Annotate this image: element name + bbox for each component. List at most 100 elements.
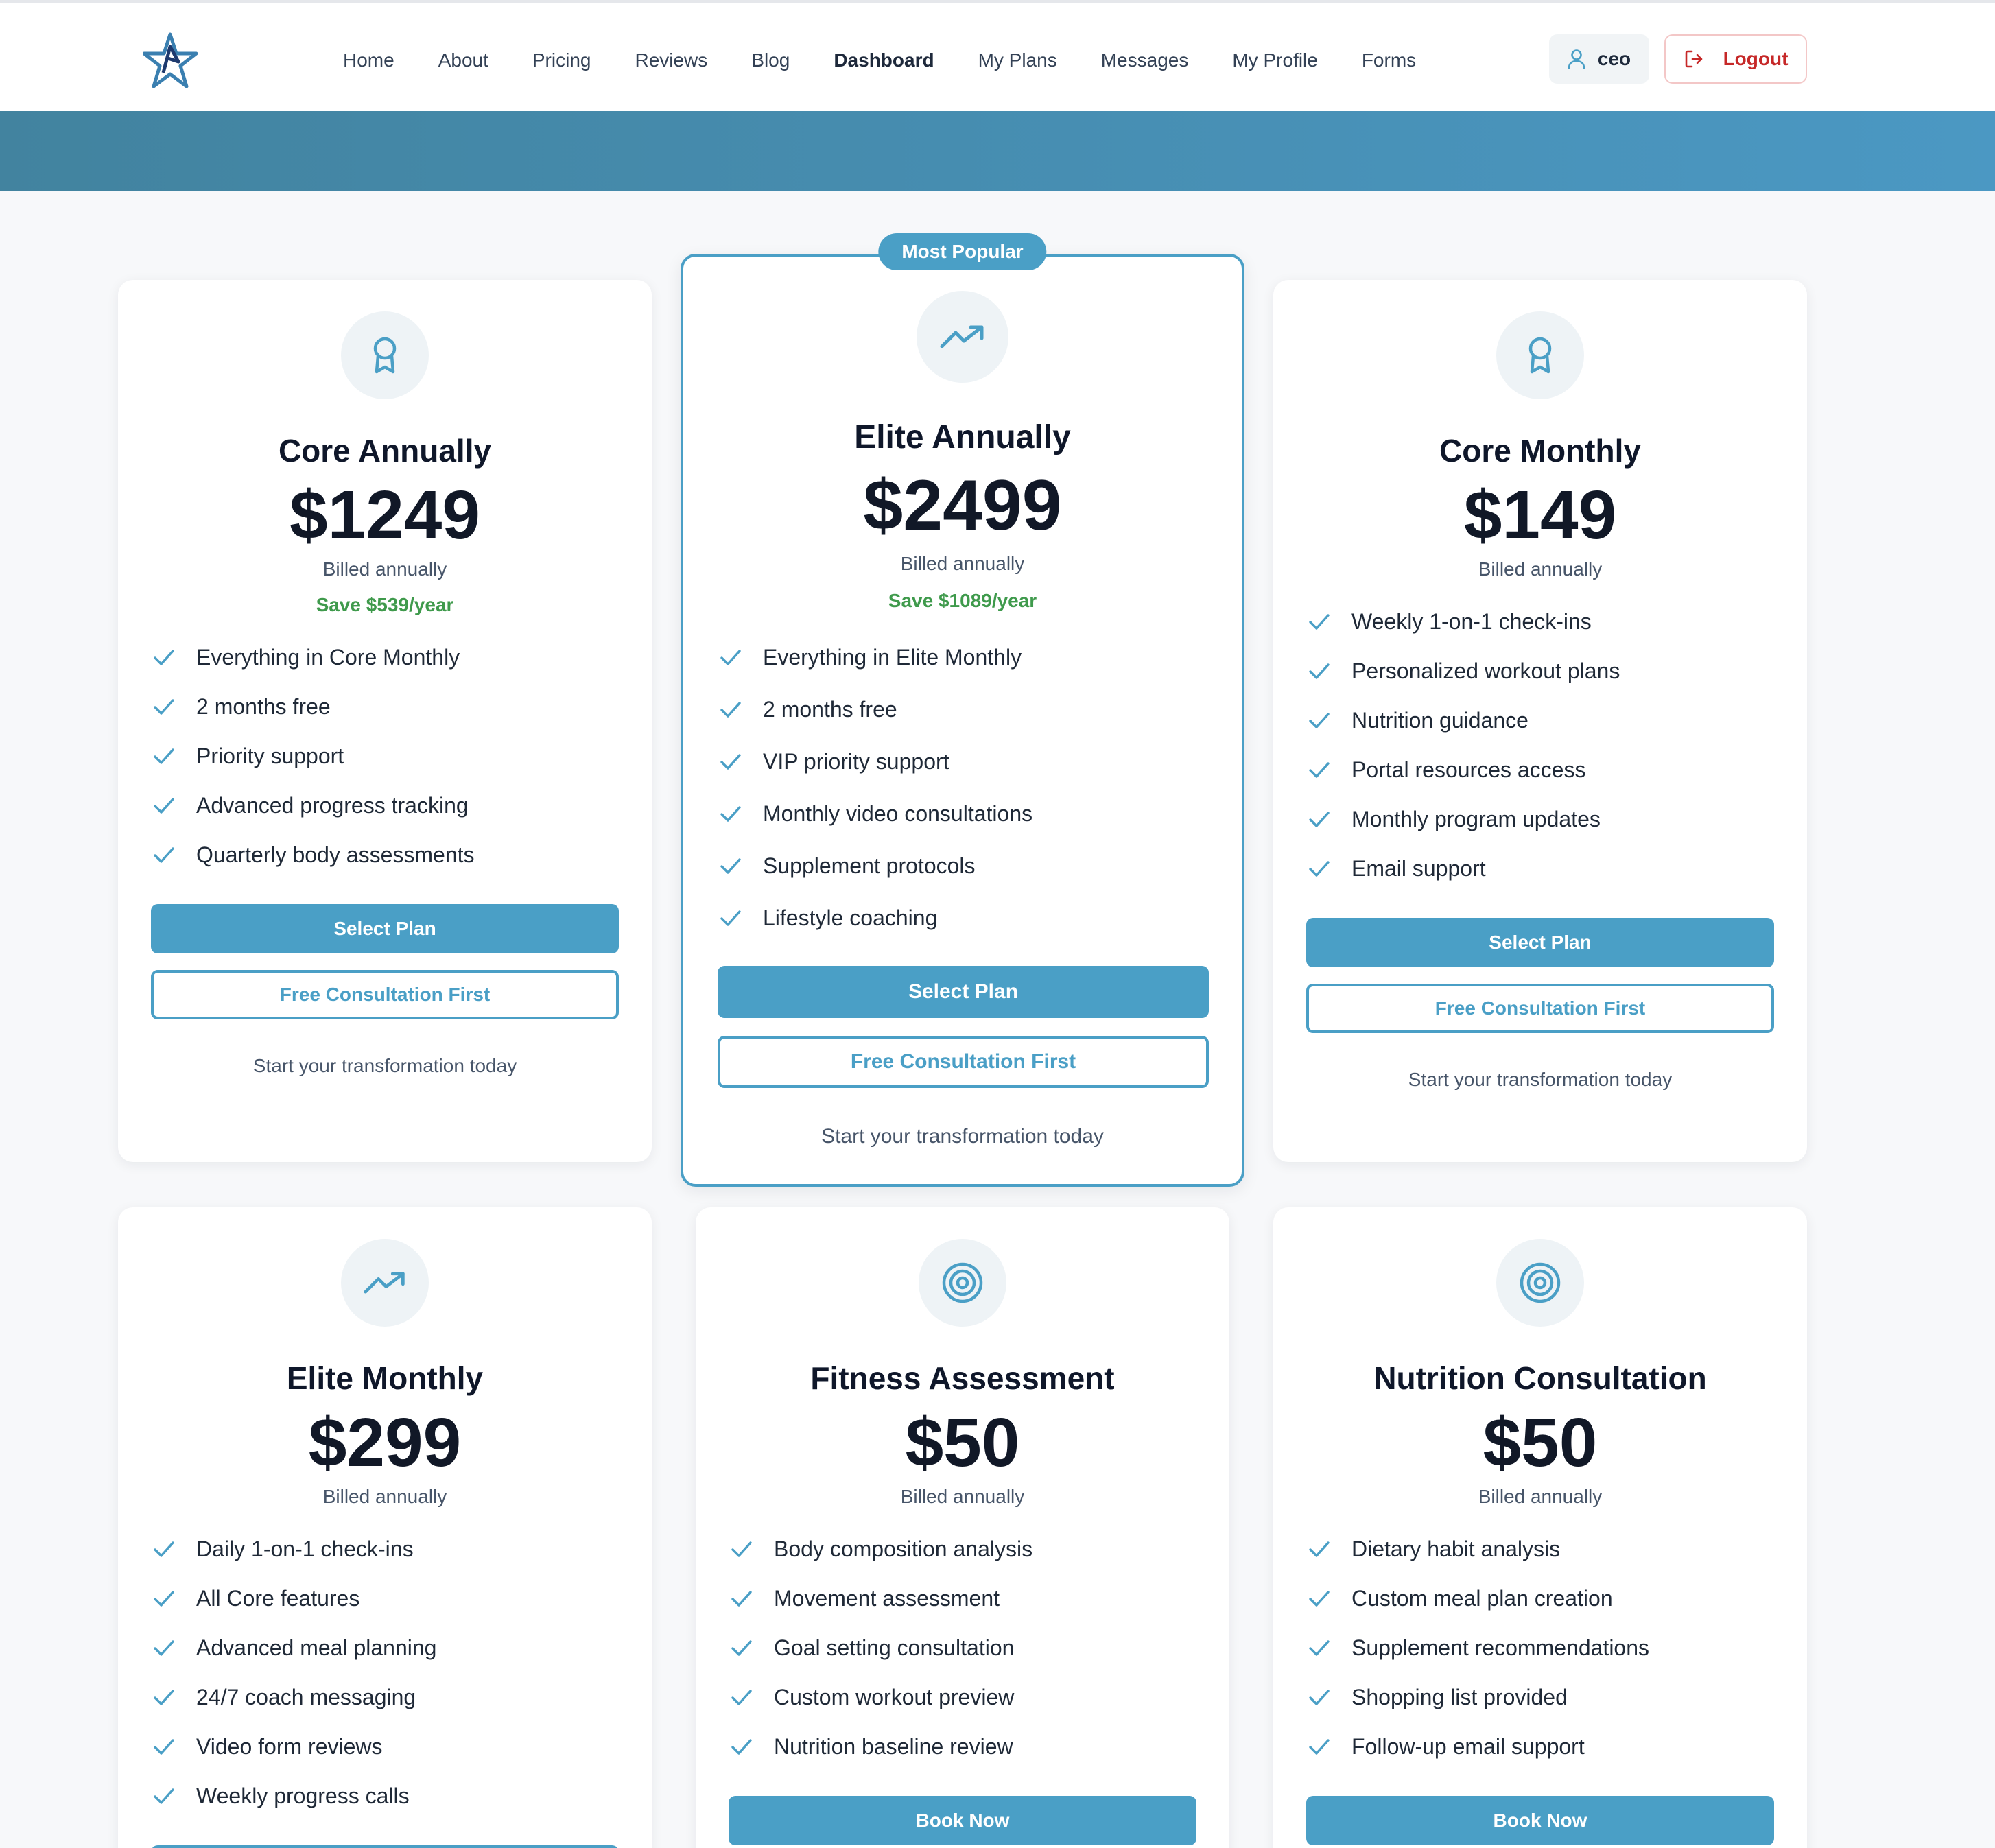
check-icon <box>720 702 741 718</box>
plan-card-elite-annually: Most Popular Elite Annually $2499 Billed… <box>681 233 1244 1187</box>
feature-item: Priority support <box>152 731 475 781</box>
nav-link-messages[interactable]: Messages <box>1101 49 1189 71</box>
award-icon <box>341 311 429 399</box>
plan-card-core-annually: Core Annually $1249 Billed annually Save… <box>118 280 652 1162</box>
book-now-button[interactable]: Book Now <box>1306 1796 1774 1845</box>
user-name: ceo <box>1597 48 1631 69</box>
feature-item: 24/7 coach messaging <box>152 1672 436 1722</box>
check-icon <box>1309 1640 1330 1656</box>
feature-item: Movement assessment <box>730 1574 1032 1623</box>
check-icon <box>154 1541 174 1557</box>
plan-name: Elite Monthly <box>286 1360 484 1396</box>
billing-note: Billed annually <box>900 553 1025 574</box>
feature-item: Nutrition baseline review <box>730 1722 1032 1771</box>
feature-item: Lifestyle coaching <box>719 892 1032 944</box>
plan-name: Fitness Assessment <box>810 1360 1115 1396</box>
feature-item: Goal setting consultation <box>730 1623 1032 1672</box>
star-logo-icon[interactable] <box>142 32 198 89</box>
feature-item: Video form reviews <box>152 1722 436 1771</box>
billing-note: Billed annually <box>322 1486 447 1507</box>
check-icon <box>154 1739 174 1755</box>
feature-item: Portal resources access <box>1308 745 1620 794</box>
free-consultation-button[interactable]: Free Consultation First <box>718 1036 1209 1088</box>
feature-item: Everything in Core Monthly <box>152 632 475 682</box>
check-icon <box>720 910 741 926</box>
nav-link-home[interactable]: Home <box>343 49 394 71</box>
select-plan-button[interactable]: Select Plan <box>151 904 619 953</box>
select-plan-button[interactable]: Select Plan <box>1306 918 1774 967</box>
check-icon <box>1309 861 1330 877</box>
free-consultation-button[interactable]: Free Consultation First <box>1306 984 1774 1033</box>
user-icon <box>1568 49 1585 69</box>
feature-item: Advanced progress tracking <box>152 781 475 830</box>
check-icon <box>1309 614 1330 630</box>
feature-item: Weekly 1-on-1 check-ins <box>1308 597 1620 646</box>
nav-link-blog[interactable]: Blog <box>751 49 790 71</box>
check-icon <box>154 798 174 814</box>
plan-price: $50 <box>905 1404 1020 1481</box>
nav-link-dashboard[interactable]: Dashboard <box>834 49 934 71</box>
feature-item: VIP priority support <box>719 735 1032 787</box>
feature-item: 2 months free <box>152 682 475 731</box>
feature-item: Custom meal plan creation <box>1308 1574 1649 1623</box>
check-icon <box>1309 812 1330 827</box>
feature-list: Body composition analysis Movement asses… <box>730 1524 1032 1771</box>
check-icon <box>720 858 741 874</box>
select-plan-button[interactable]: Select Plan <box>718 966 1209 1018</box>
plan-name: Elite Annually <box>854 419 1071 455</box>
nav-link-forms[interactable]: Forms <box>1362 49 1416 71</box>
check-icon <box>154 699 174 715</box>
feature-list: Dietary habit analysis Custom meal plan … <box>1308 1524 1649 1771</box>
feature-list: Everything in Elite Monthly 2 months fre… <box>719 631 1032 944</box>
feature-list: Weekly 1-on-1 check-ins Personalized wor… <box>1308 597 1620 893</box>
check-icon <box>154 1640 174 1656</box>
plan-card-nutrition-consultation: Nutrition Consultation $50 Billed annual… <box>1273 1207 1807 1848</box>
check-icon <box>154 1591 174 1607</box>
check-icon <box>720 650 741 665</box>
nav-link-my-profile[interactable]: My Profile <box>1232 49 1317 71</box>
check-icon <box>731 1690 752 1705</box>
plan-card-core-monthly: Core Monthly $149 Billed annually Weekly… <box>1273 280 1807 1162</box>
plan-price: $2499 <box>863 466 1062 545</box>
hero-banner <box>0 111 1995 191</box>
book-now-button[interactable]: Book Now <box>729 1796 1196 1845</box>
feature-item: Monthly video consultations <box>719 787 1032 840</box>
logout-icon <box>1685 50 1702 68</box>
feature-item: All Core features <box>152 1574 436 1623</box>
plan-name: Core Monthly <box>1439 433 1641 469</box>
target-icon <box>919 1239 1006 1327</box>
check-icon <box>154 1788 174 1804</box>
feature-item: Quarterly body assessments <box>152 830 475 879</box>
plan-price: $50 <box>1483 1404 1598 1481</box>
check-icon <box>731 1541 752 1557</box>
plan-name: Nutrition Consultation <box>1373 1360 1707 1396</box>
check-icon <box>1309 663 1330 679</box>
billing-note: Billed annually <box>900 1486 1025 1507</box>
nav-link-reviews[interactable]: Reviews <box>635 49 707 71</box>
select-plan-button[interactable] <box>151 1845 619 1848</box>
logout-button[interactable]: Logout <box>1664 34 1807 84</box>
plan-card-fitness-assessment: Fitness Assessment $50 Billed annually B… <box>696 1207 1229 1848</box>
card-tagline: Start your transformation today <box>1408 1069 1673 1090</box>
nav-link-about[interactable]: About <box>438 49 488 71</box>
feature-item: Custom workout preview <box>730 1672 1032 1722</box>
card-tagline: Start your transformation today <box>821 1125 1104 1148</box>
check-icon <box>1309 713 1330 728</box>
feature-item: Personalized workout plans <box>1308 646 1620 696</box>
target-icon <box>1496 1239 1584 1327</box>
feature-list: Daily 1-on-1 check-ins All Core features… <box>152 1524 436 1821</box>
feature-item: Weekly progress calls <box>152 1771 436 1821</box>
award-icon <box>1496 311 1584 399</box>
check-icon <box>1309 1739 1330 1755</box>
feature-item: Body composition analysis <box>730 1524 1032 1574</box>
feature-item: 2 months free <box>719 683 1032 735</box>
billing-note: Billed annually <box>322 558 447 580</box>
nav-link-pricing[interactable]: Pricing <box>532 49 591 71</box>
feature-item: Nutrition guidance <box>1308 696 1620 745</box>
free-consultation-button[interactable]: Free Consultation First <box>151 970 619 1019</box>
navbar: Home About Pricing Reviews Blog Dashboar… <box>0 3 1995 111</box>
user-menu-button[interactable]: ceo <box>1549 34 1649 84</box>
feature-item: Email support <box>1308 844 1620 893</box>
check-icon <box>1309 1541 1330 1557</box>
nav-link-my-plans[interactable]: My Plans <box>978 49 1057 71</box>
